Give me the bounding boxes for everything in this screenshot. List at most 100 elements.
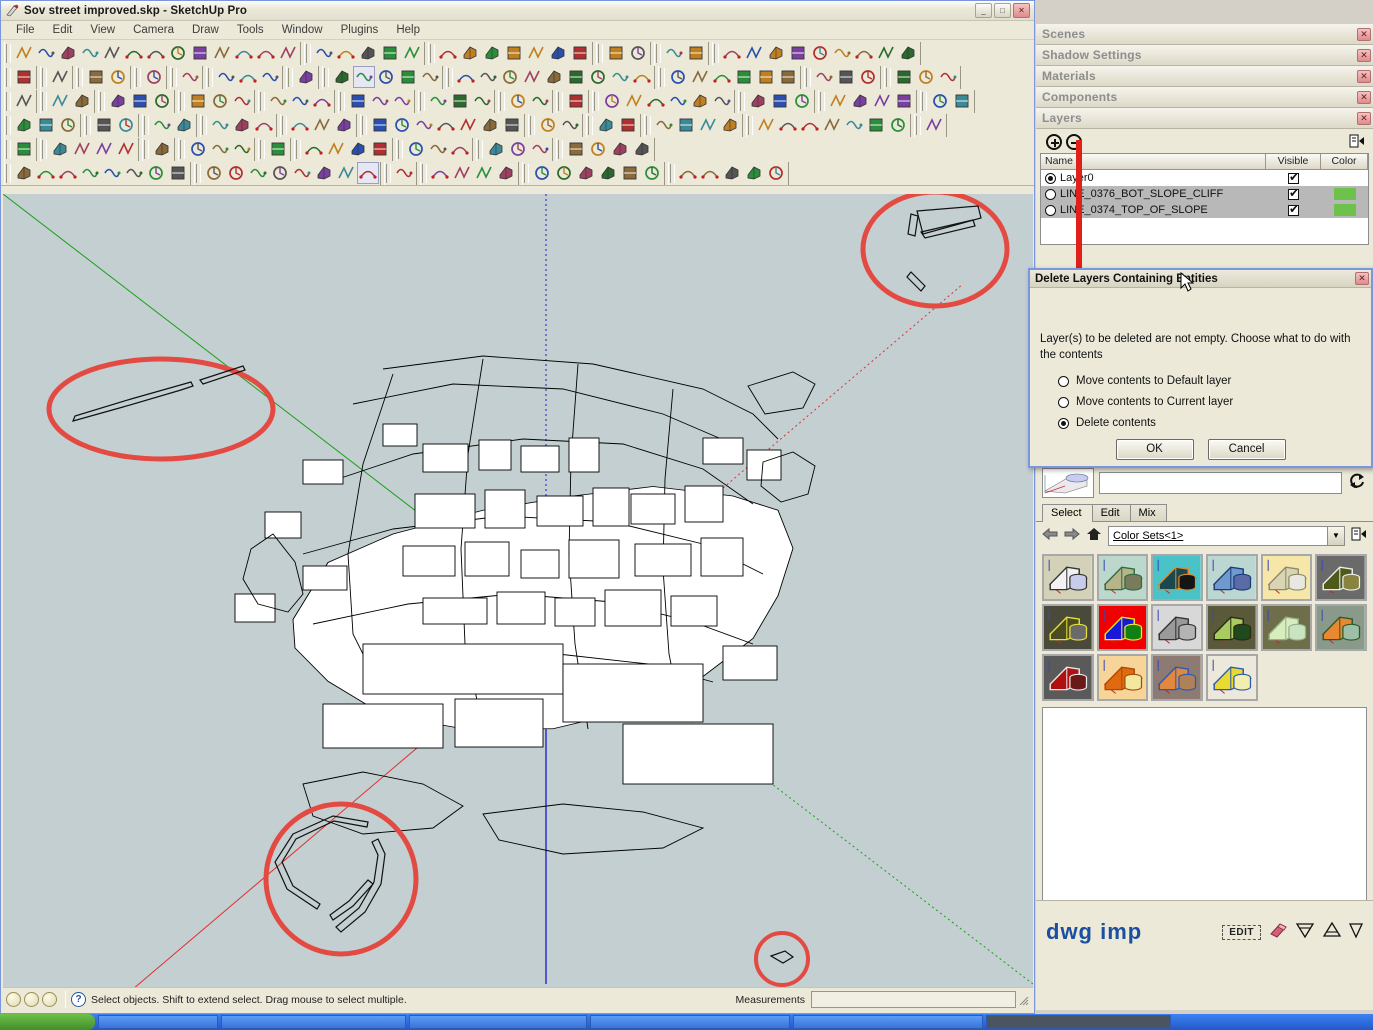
eraser-red-icon[interactable] (459, 42, 481, 64)
edit-button[interactable]: EDIT (1222, 924, 1261, 940)
axis-z-blue-icon[interactable] (369, 138, 391, 160)
cancel-button[interactable]: Cancel (1207, 439, 1286, 461)
gear-blue-icon[interactable] (865, 114, 887, 136)
material-swatch[interactable] (1206, 604, 1258, 651)
material-swatch[interactable] (1096, 654, 1149, 701)
polygon-teal-icon[interactable] (335, 42, 357, 64)
walk-icon[interactable] (35, 162, 57, 184)
chevron-down-icon[interactable]: ▼ (1327, 527, 1344, 545)
shape-blue-icon[interactable] (525, 42, 547, 64)
page-edit-icon[interactable] (503, 42, 525, 64)
dialog-close-icon[interactable]: ✕ (1355, 272, 1369, 285)
pencil-g-icon[interactable] (413, 114, 435, 136)
close-button[interactable]: ✕ (1013, 3, 1030, 18)
arc-green-icon[interactable] (123, 42, 145, 64)
funnel-y-icon[interactable] (419, 66, 441, 88)
terrain-no-icon[interactable] (631, 66, 653, 88)
filter-a-icon[interactable] (1322, 921, 1342, 944)
camera-red-icon[interactable] (697, 114, 719, 136)
lasso-blue-icon[interactable] (605, 42, 627, 64)
monochrome-icon[interactable] (641, 162, 663, 184)
protractor-yellow-icon[interactable] (57, 162, 79, 184)
checker-red-icon[interactable] (13, 138, 35, 160)
triangle-red-icon[interactable] (401, 42, 423, 64)
paint-globe-icon[interactable] (843, 114, 865, 136)
align-icon[interactable] (821, 114, 843, 136)
camera-gray-icon[interactable] (451, 162, 473, 184)
column-name[interactable]: Name (1041, 154, 1266, 169)
burst-yellow-icon[interactable] (777, 114, 799, 136)
material-swatch[interactable] (1206, 554, 1258, 601)
plus-move-icon[interactable] (609, 138, 631, 160)
spiral-6-icon[interactable] (831, 42, 853, 64)
section-plane-icon[interactable] (813, 66, 835, 88)
arc-tool-icon[interactable] (13, 42, 35, 64)
spiral-3-icon[interactable] (765, 42, 787, 64)
cylinder-gray-icon[interactable] (115, 138, 137, 160)
door-red-icon[interactable] (835, 66, 857, 88)
shaded-texture-icon[interactable] (619, 162, 641, 184)
arc-blue-icon[interactable] (189, 42, 211, 64)
menu-window[interactable]: Window (273, 23, 332, 37)
paint-green-icon[interactable] (791, 90, 813, 112)
perspective-icon[interactable] (357, 162, 379, 184)
page-fold-icon[interactable] (437, 42, 459, 64)
circle-spiral-icon[interactable] (167, 42, 189, 64)
material-swatch[interactable] (1042, 554, 1094, 601)
wedge-blue-icon[interactable] (667, 90, 689, 112)
ellipse-purple-icon[interactable] (379, 42, 401, 64)
diagonal-blue-icon[interactable] (347, 90, 369, 112)
maximize-button[interactable]: □ (994, 3, 1011, 18)
panel-shadow-settings[interactable]: Shadow Settings ✕ (1036, 45, 1373, 66)
box-up-icon[interactable] (311, 114, 333, 136)
minimize-button[interactable]: _ (975, 3, 992, 18)
camera-red-icon[interactable] (429, 162, 451, 184)
home-view-icon[interactable] (225, 162, 247, 184)
move-down-icon[interactable] (107, 66, 129, 88)
terrain-texture-icon[interactable] (609, 66, 631, 88)
trash-icon[interactable] (167, 162, 189, 184)
material-swatch[interactable] (1206, 654, 1258, 701)
font-3d-icon[interactable] (123, 162, 145, 184)
option-move-current[interactable]: Move contents to Current layer (1058, 396, 1361, 408)
tree-brown-icon[interactable] (521, 66, 543, 88)
texture-box-icon[interactable] (449, 90, 471, 112)
person-icon-2[interactable] (24, 992, 39, 1007)
xray-icon[interactable] (531, 162, 553, 184)
terrain-pin-red-icon[interactable] (57, 114, 79, 136)
taskbar-item[interactable] (590, 1015, 790, 1029)
axis-gray-icon[interactable] (303, 138, 325, 160)
bomb-icon[interactable] (295, 66, 317, 88)
ok-button[interactable]: OK (1115, 439, 1194, 461)
explode-icon[interactable] (71, 138, 93, 160)
group-boxes-icon[interactable] (331, 66, 353, 88)
copy-pages-icon[interactable] (529, 90, 551, 112)
trim-boxes-icon[interactable] (755, 66, 777, 88)
hidden-line-icon[interactable] (575, 162, 597, 184)
back-view-icon[interactable] (313, 162, 335, 184)
style-icon[interactable] (721, 162, 743, 184)
filter-down-icon[interactable] (1295, 921, 1315, 944)
arrow-white-icon[interactable] (587, 138, 609, 160)
material-name-input[interactable] (1099, 472, 1342, 494)
wireframe-sphere-icon[interactable] (397, 66, 419, 88)
lasso-gray-icon[interactable] (627, 42, 649, 64)
close-icon-layers[interactable]: ✕ (1357, 111, 1371, 125)
pin-yellow-icon[interactable] (427, 138, 449, 160)
pink-page-icon[interactable] (685, 42, 707, 64)
select-green-icon[interactable] (887, 114, 909, 136)
pencil-l-icon[interactable] (479, 114, 501, 136)
back-arrow-icon[interactable] (1042, 527, 1058, 545)
select-arrow-icon[interactable] (13, 90, 35, 112)
cube-ice-icon[interactable] (623, 90, 645, 112)
menu-plugins[interactable]: Plugins (332, 23, 388, 37)
add-layer-button[interactable] (1046, 134, 1062, 150)
wrench-green-icon[interactable] (357, 42, 379, 64)
freehand-tool-icon[interactable] (57, 42, 79, 64)
taskbar-item[interactable] (221, 1015, 406, 1029)
rectangle-tool-icon[interactable] (145, 42, 167, 64)
sword-icon[interactable] (689, 90, 711, 112)
rotate-left-icon[interactable] (215, 66, 237, 88)
checker-icon[interactable] (507, 90, 529, 112)
triangle-down-icon[interactable] (13, 162, 35, 184)
